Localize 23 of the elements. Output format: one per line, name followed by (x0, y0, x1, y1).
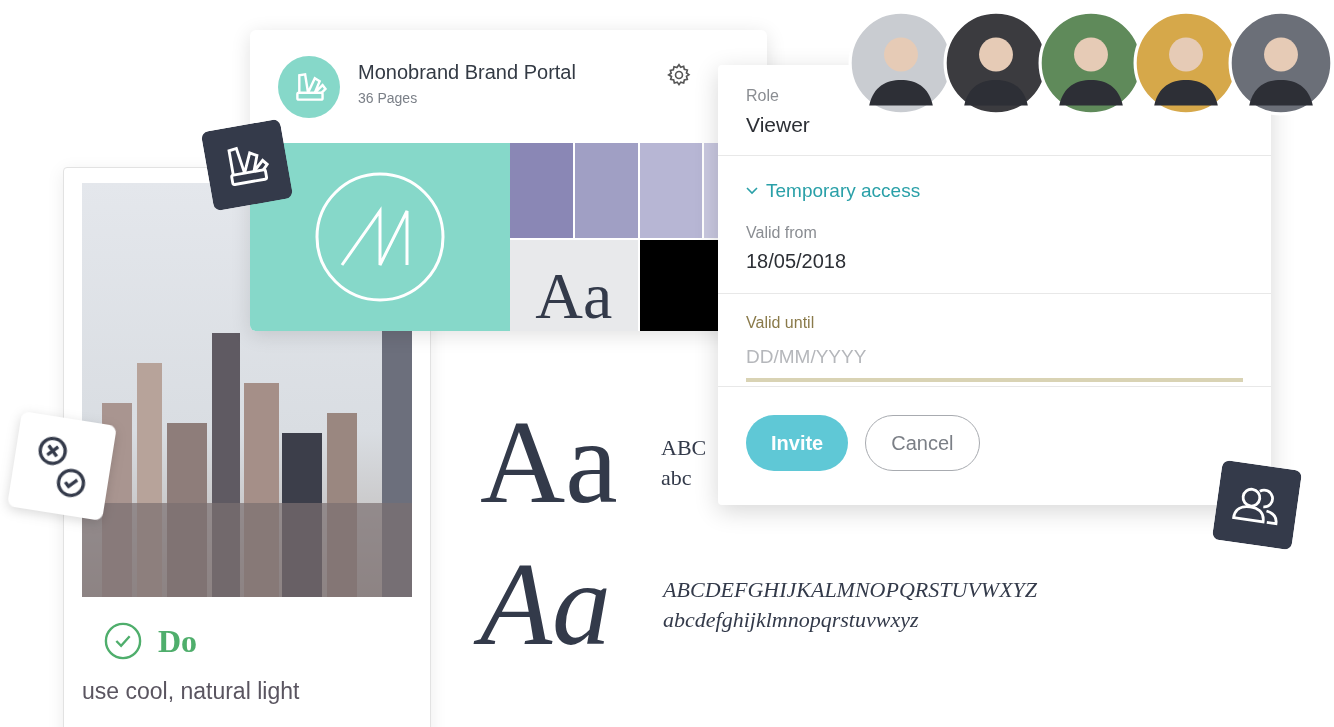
temporary-access-toggle[interactable]: Temporary access (746, 180, 921, 202)
check-circle-icon (104, 622, 142, 660)
field-label: Valid until (746, 314, 815, 332)
cancel-button[interactable]: Cancel (865, 415, 980, 471)
page-count: 36 Pages (358, 90, 419, 106)
settings-icon[interactable] (666, 62, 692, 88)
date-value[interactable]: 18/05/2018 (746, 250, 847, 273)
guideline-text: use cool, natural light (82, 678, 301, 705)
lowercase-alphabet: abcdefghijklmnopqrstuvwxyz (663, 606, 920, 633)
field-label: Valid from (746, 224, 817, 242)
logo-icon (314, 171, 446, 303)
portal-title: Monobrand Brand Portal (358, 61, 577, 84)
typeface-sample: Aa (535, 263, 613, 329)
typeface-sample: Aa (480, 396, 619, 530)
chevron-down-icon (746, 187, 758, 195)
role-value[interactable]: Viewer (746, 113, 810, 137)
guideline-status: Do (158, 622, 198, 660)
uppercase-alphabet: ABCDEFGHIJKALMNOPQRSTUVWXYZ (663, 576, 1038, 603)
uppercase-alphabet: ABC (661, 434, 707, 461)
lowercase-alphabet: abc (661, 464, 693, 491)
field-label: Role (746, 87, 779, 105)
italic-typeface-sample: Aa (474, 536, 628, 673)
fan-deck-icon (278, 55, 340, 118)
